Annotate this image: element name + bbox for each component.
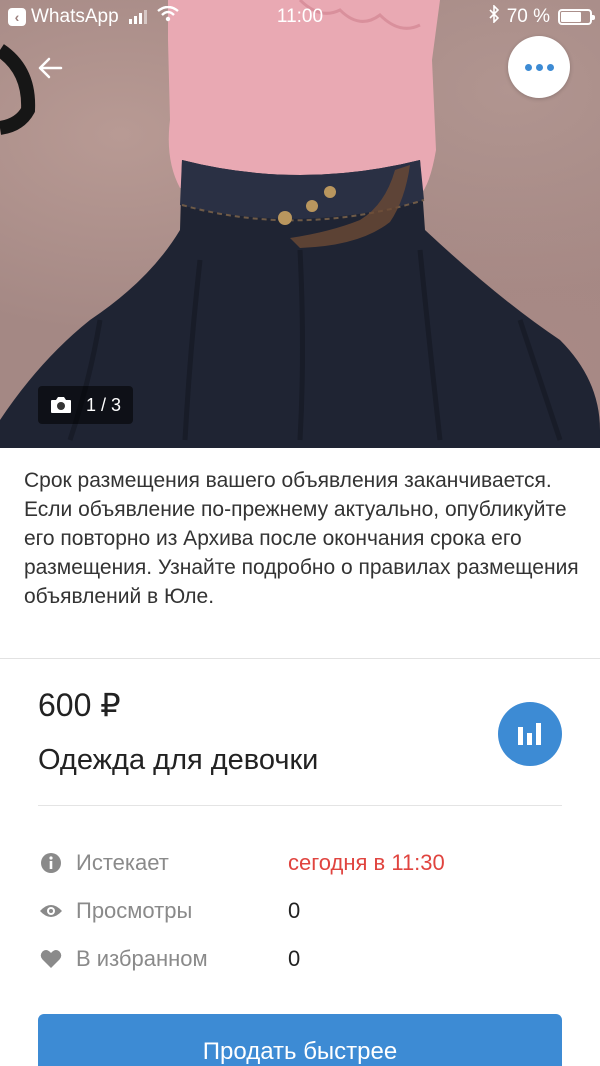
divider [0,658,600,659]
signal-icon [128,10,147,24]
info-icon [38,850,64,876]
expiry-notice: Срок размещения вашего объявления заканч… [24,469,579,608]
info-label: Просмотры [76,898,193,923]
bar-chart-icon [518,723,541,745]
wifi-icon [156,5,179,28]
battery-icon [558,9,595,25]
photo-counter: 1 / 3 [38,386,134,424]
statistics-button[interactable] [498,702,562,766]
more-options-button[interactable] [508,36,570,98]
battery-percent: 70 % [506,6,550,27]
listing-title: Одежда для девочки [38,744,319,776]
eye-icon [38,898,64,924]
bluetooth-icon [489,4,499,29]
battery-fill [561,12,581,22]
listing-price: 600 ₽ [38,687,121,723]
more-dots-icon [524,63,532,71]
strap-shape [0,44,36,135]
info-label: Истекает [76,850,169,875]
heart-icon [38,946,64,972]
info-row-views: Просмотры 0 [38,896,562,926]
arrow-left-icon [38,57,63,79]
info-value: сегодня в 11:30 [288,850,445,875]
back-button[interactable] [30,48,70,88]
camera-icon [51,397,71,413]
info-value: 0 [288,946,301,971]
status-bar: ‹ WhatsApp 11:00 70 % [0,0,600,34]
info-value: 0 [288,898,301,923]
info-label: В избранном [76,946,208,971]
info-row-favorites: В избранном 0 [38,944,562,974]
back-app-label: WhatsApp [31,6,119,27]
divider [38,805,562,806]
back-chevron-icon: ‹ [8,8,26,26]
photo-counter-text: 1 / 3 [86,394,122,415]
info-row-expires: Истекает сегодня в 11:30 [38,848,562,878]
sell-faster-button[interactable]: Продать быстрее [38,1014,562,1066]
back-to-app[interactable]: ‹ WhatsApp [8,6,119,28]
